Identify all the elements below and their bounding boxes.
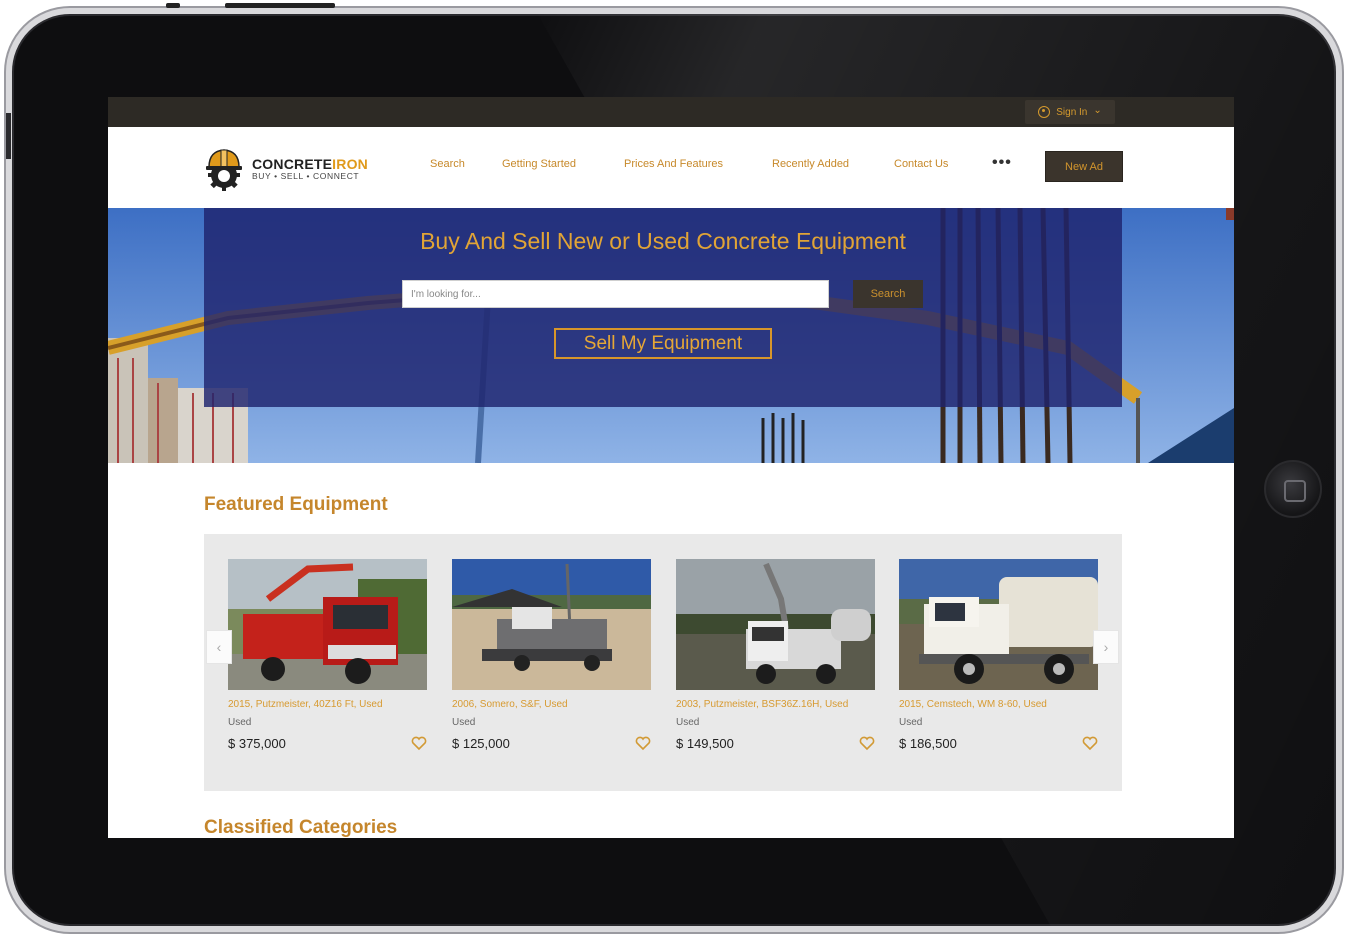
nav-prices-and-features[interactable]: Prices And Features: [624, 158, 723, 170]
equipment-price: $ 186,500: [899, 736, 957, 751]
equipment-price: $ 125,000: [452, 736, 510, 751]
boom-pump-truck-photo: [676, 559, 875, 690]
brand-name-dark: CONCRETE: [252, 155, 333, 172]
new-ad-button[interactable]: New Ad: [1045, 151, 1123, 182]
favorite-heart-icon[interactable]: [859, 735, 875, 751]
hero-banner: Buy And Sell New or Used Concrete Equipm…: [108, 208, 1234, 463]
nav-contact-us[interactable]: Contact Us: [894, 158, 948, 170]
browser-screen: Sign In ⌄ CONCRETEIRON BUY • SELL • CONN…: [108, 97, 1234, 838]
search-input[interactable]: [402, 280, 829, 308]
brand-name: CONCRETEIRON: [252, 156, 368, 172]
carousel-prev-button[interactable]: ‹: [206, 630, 232, 664]
favorite-heart-icon[interactable]: [635, 735, 651, 751]
equipment-price: $ 149,500: [676, 736, 734, 751]
sign-in-label: Sign In: [1056, 106, 1088, 118]
white-mixer-truck-photo: [899, 559, 1098, 690]
logo-wordmark: CONCRETEIRON BUY • SELL • CONNECT: [252, 156, 368, 181]
carousel-next-button[interactable]: ›: [1093, 630, 1119, 664]
classified-categories-heading: Classified Categories: [204, 817, 398, 838]
chevron-down-icon: ⌄: [1093, 104, 1102, 116]
nav-getting-started[interactable]: Getting Started: [502, 158, 576, 170]
featured-equipment-heading: Featured Equipment: [204, 494, 388, 515]
equipment-card[interactable]: 2015, Cemstech, WM 8-60, Used Used $ 186…: [899, 559, 1098, 751]
equipment-price: $ 375,000: [228, 736, 286, 751]
equipment-card[interactable]: 2006, Somero, S&F, Used Used $ 125,000: [452, 559, 651, 751]
site-header: CONCRETEIRON BUY • SELL • CONNECT Search…: [108, 127, 1234, 208]
user-circle-icon: [1038, 106, 1051, 118]
equipment-card[interactable]: 2003, Putzmeister, BSF36Z.16H, Used Used…: [676, 559, 875, 751]
nav-search[interactable]: Search: [430, 158, 465, 170]
nav-recently-added[interactable]: Recently Added: [772, 158, 849, 170]
screed-machine-photo: [452, 559, 651, 690]
brand-name-accent: IRON: [332, 155, 368, 172]
top-bar: Sign In ⌄: [108, 97, 1234, 127]
equipment-condition: Used: [676, 717, 700, 728]
tablet-side-button: [6, 113, 11, 159]
favorite-heart-icon[interactable]: [411, 735, 427, 751]
tablet-power-button: [166, 3, 180, 8]
featured-carousel: 2015, Putzmeister, 40Z16 Ft, Used Used $…: [204, 534, 1122, 791]
sign-in-menu[interactable]: Sign In ⌄: [1025, 100, 1115, 124]
hard-hat-gear-logo-icon: [206, 149, 242, 191]
equipment-condition: Used: [899, 717, 923, 728]
equipment-caption[interactable]: 2006, Somero, S&F, Used: [452, 699, 651, 710]
tablet-home-button: [1264, 460, 1322, 518]
hero-title: Buy And Sell New or Used Concrete Equipm…: [420, 228, 906, 254]
tablet-volume-button: [225, 3, 335, 8]
equipment-condition: Used: [228, 717, 252, 728]
favorite-heart-icon[interactable]: [1082, 735, 1098, 751]
brand-tagline: BUY • SELL • CONNECT: [252, 170, 360, 181]
equipment-caption[interactable]: 2015, Putzmeister, 40Z16 Ft, Used: [228, 699, 427, 710]
equipment-condition: Used: [452, 717, 476, 728]
site-logo[interactable]: CONCRETEIRON BUY • SELL • CONNECT: [204, 145, 368, 191]
equipment-caption[interactable]: 2003, Putzmeister, BSF36Z.16H, Used: [676, 699, 875, 710]
red-pump-truck-photo: [228, 559, 427, 690]
more-menu-button[interactable]: •••: [992, 154, 1012, 172]
search-button[interactable]: Search: [853, 280, 923, 308]
sell-my-equipment-button[interactable]: Sell My Equipment: [554, 328, 772, 359]
equipment-card[interactable]: 2015, Putzmeister, 40Z16 Ft, Used Used $…: [228, 559, 427, 751]
equipment-caption[interactable]: 2015, Cemstech, WM 8-60, Used: [899, 699, 1098, 710]
